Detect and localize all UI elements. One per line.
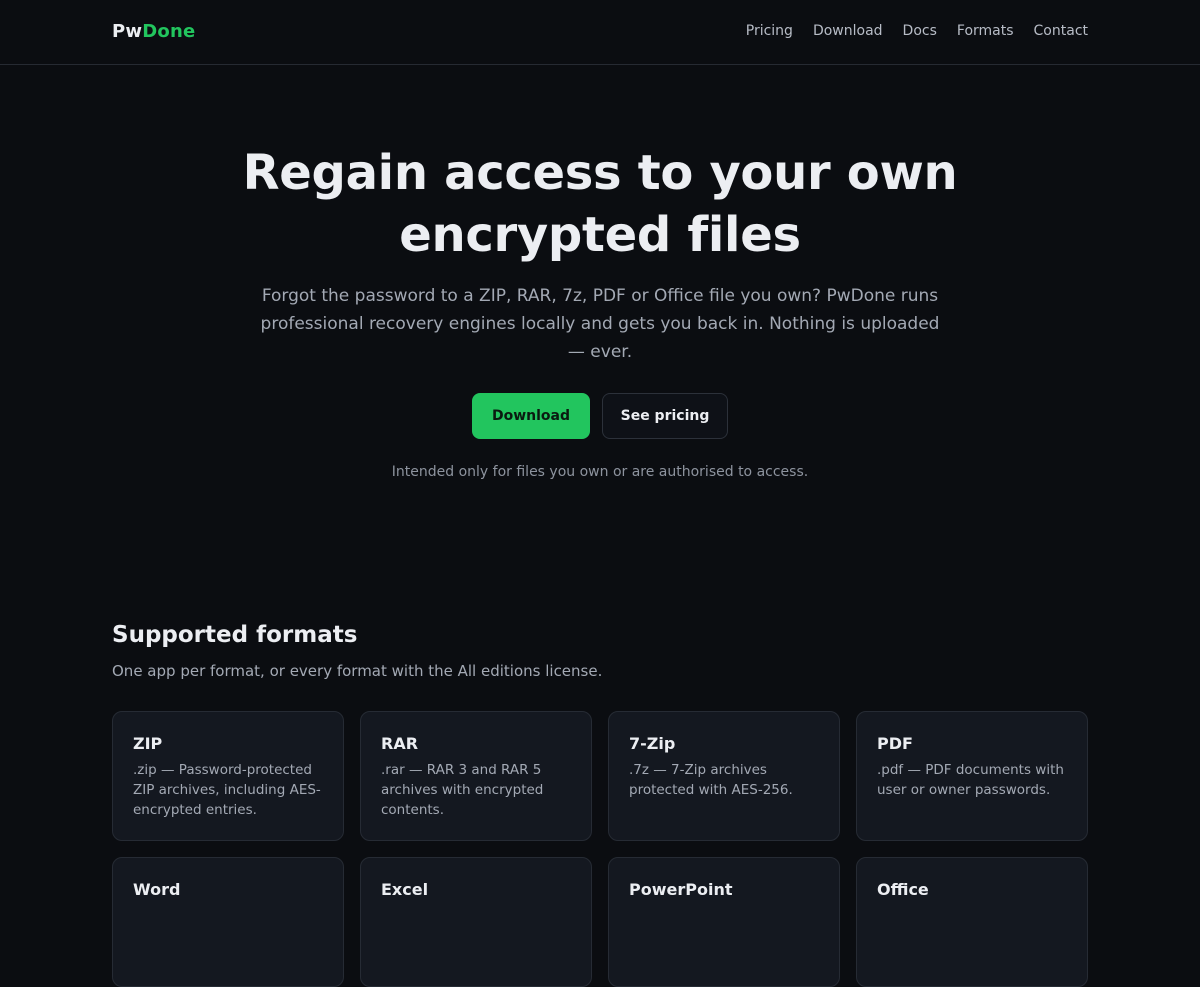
format-card-word[interactable]: Word [112,857,344,987]
nav-link-contact[interactable]: Contact [1034,21,1088,41]
format-card-name: ZIP [133,734,163,753]
hero-subtitle: Forgot the password to a ZIP, RAR, 7z, P… [260,286,940,362]
format-card-zip[interactable]: ZIP .zip — Password-protected ZIP archiv… [112,711,344,841]
logo-text-done: Done [142,21,196,42]
format-card-name: Word [133,880,181,899]
see-pricing-button[interactable]: See pricing [602,393,728,439]
logo[interactable]: PwDone [112,20,195,44]
format-card-name: Excel [381,880,429,899]
format-card-powerpoint[interactable]: PowerPoint [608,857,840,987]
nav-link-docs[interactable]: Docs [903,21,937,41]
nav-link-download[interactable]: Download [813,21,883,41]
site-header: PwDone Pricing Download Docs Formats Con… [0,0,1200,65]
format-card-description: .pdf — PDF documents with user or owner … [877,762,1064,798]
formats-title: Supported formats [112,622,358,648]
hero-title: Regain access to your own encrypted file… [242,145,958,263]
format-card-name: PDF [877,734,913,753]
format-card-description: .rar — RAR 3 and RAR 5 archives with enc… [381,762,544,818]
logo-text-pw: Pw [112,21,143,42]
format-card-7zip[interactable]: 7-Zip .7z — 7-Zip archives protected wit… [608,711,840,841]
nav-link-pricing[interactable]: Pricing [746,21,793,41]
format-card-pdf[interactable]: PDF .pdf — PDF documents with user or ow… [856,711,1088,841]
format-card-name: RAR [381,734,419,753]
format-card-name: 7-Zip [629,734,676,753]
download-button[interactable]: Download [472,393,590,439]
main-nav: Pricing Download Docs Formats Contact [746,21,1088,41]
usage-disclaimer: Intended only for files you own or are a… [391,464,809,480]
format-card-office[interactable]: Office [856,857,1088,987]
format-card-name: PowerPoint [629,880,733,899]
format-card-excel[interactable]: Excel [360,857,592,987]
nav-link-formats[interactable]: Formats [957,21,1014,41]
format-card-description: .7z — 7-Zip archives protected with AES-… [629,762,793,798]
format-card-rar[interactable]: RAR .rar — RAR 3 and RAR 5 archives with… [360,711,592,841]
formats-subtitle: One app per format, or every format with… [112,662,603,680]
format-card-description: .zip — Password-protected ZIP archives, … [133,762,321,818]
format-card-name: Office [877,880,929,899]
